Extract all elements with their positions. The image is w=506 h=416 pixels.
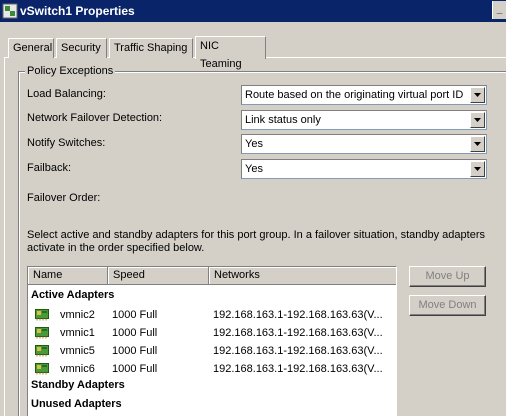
dropdown-arrow-icon[interactable] — [470, 87, 485, 103]
failover-description: Select active and standby adapters for t… — [27, 229, 485, 254]
adapter-networks: 192.168.163.1-192.168.163.63(V... — [213, 345, 383, 357]
table-row[interactable]: vmnic6 1000 Full 192.168.163.1-192.168.1… — [28, 360, 396, 378]
vsphere-app-icon — [2, 3, 18, 19]
column-header-networks[interactable]: Networks — [209, 267, 396, 285]
adapter-networks: 192.168.163.1-192.168.163.63(V... — [213, 363, 383, 375]
adapter-speed: 1000 Full — [112, 309, 158, 321]
failover-detection-label: Network Failover Detection: — [27, 112, 163, 124]
adapter-name: vmnic1 — [60, 327, 95, 339]
adapter-speed: 1000 Full — [112, 345, 158, 357]
load-balancing-select[interactable]: Route based on the originating virtual p… — [241, 85, 487, 105]
table-row[interactable]: vmnic5 1000 Full 192.168.163.1-192.168.1… — [28, 342, 396, 360]
failback-select[interactable]: Yes — [241, 159, 487, 179]
notify-switches-label: Notify Switches: — [27, 137, 106, 149]
adapter-speed: 1000 Full — [112, 363, 158, 375]
failover-detection-select[interactable]: Link status only — [241, 110, 487, 130]
column-header-name[interactable]: Name — [28, 267, 108, 285]
policy-exceptions-legend: Policy Exceptions — [25, 65, 116, 77]
tab-general[interactable]: General — [8, 38, 54, 58]
standby-adapters-heading: Standby Adapters — [31, 379, 125, 391]
network-adapter-icon — [35, 363, 49, 375]
move-up-button[interactable]: Move Up — [409, 266, 486, 287]
dropdown-arrow-icon[interactable] — [470, 112, 485, 128]
window-title: vSwitch1 Properties — [20, 4, 135, 18]
adapter-list[interactable]: Name Speed Networks Active Adapters vmni… — [27, 266, 397, 416]
notify-switches-select[interactable]: Yes — [241, 134, 487, 154]
tab-nic-teaming[interactable]: NIC Teaming — [195, 36, 266, 70]
table-row[interactable]: vmnic1 1000 Full 192.168.163.1-192.168.1… — [28, 324, 396, 342]
adapter-name: vmnic2 — [60, 309, 95, 321]
table-row[interactable]: vmnic2 1000 Full 192.168.163.1-192.168.1… — [28, 306, 396, 324]
adapter-speed: 1000 Full — [112, 327, 158, 339]
adapter-networks: 192.168.163.1-192.168.163.63(V... — [213, 309, 383, 321]
failback-value: Yes — [245, 163, 263, 175]
notify-switches-value: Yes — [245, 138, 263, 150]
load-balancing-label: Load Balancing: — [27, 88, 106, 100]
load-balancing-value: Route based on the originating virtual p… — [245, 89, 464, 101]
network-adapter-icon — [35, 309, 49, 321]
title-bar-button[interactable]: _ — [492, 1, 506, 19]
network-adapter-icon — [35, 327, 49, 339]
unused-adapters-heading: Unused Adapters — [31, 398, 122, 410]
network-adapter-icon — [35, 345, 49, 357]
failover-detection-value: Link status only — [245, 114, 321, 126]
active-adapters-heading: Active Adapters — [31, 289, 115, 301]
column-header-speed[interactable]: Speed — [108, 267, 209, 285]
tab-traffic-shaping[interactable]: Traffic Shaping — [109, 38, 193, 58]
dropdown-arrow-icon[interactable] — [470, 136, 485, 152]
adapter-name: vmnic5 — [60, 345, 95, 357]
title-bar: vSwitch1 Properties _ — [0, 0, 506, 22]
adapter-list-header: Name Speed Networks — [28, 267, 396, 285]
failback-label: Failback: — [27, 162, 72, 174]
adapter-name: vmnic6 — [60, 363, 95, 375]
failover-order-label: Failover Order: — [27, 192, 101, 204]
tab-security[interactable]: Security — [56, 38, 107, 58]
adapter-networks: 192.168.163.1-192.168.163.63(V... — [213, 327, 383, 339]
dropdown-arrow-icon[interactable] — [470, 161, 485, 177]
move-down-button[interactable]: Move Down — [409, 295, 486, 316]
